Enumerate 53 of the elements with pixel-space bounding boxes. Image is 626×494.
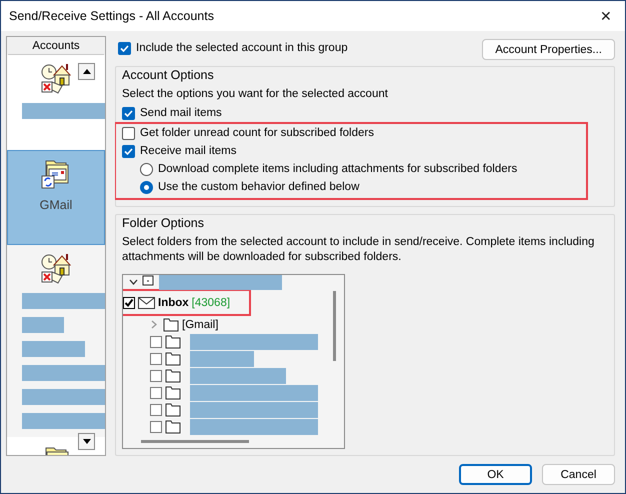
folder-icon: [165, 368, 181, 383]
account-properties-button[interactable]: Account Properties...: [482, 39, 615, 60]
folder-icon: [165, 351, 181, 366]
checkbox[interactable]: [123, 296, 135, 308]
radio-label: Use the custom behavior defined below: [158, 181, 360, 193]
scrollbar-thumb[interactable]: [333, 291, 336, 361]
checkbox[interactable]: [150, 352, 162, 364]
account-item[interactable]: GMail: [7, 150, 105, 245]
folder-icon: [165, 402, 181, 417]
checkbox-label: Send mail items: [140, 107, 222, 119]
scrollbar-thumb[interactable]: [141, 440, 249, 443]
close-button[interactable]: ✕: [593, 8, 619, 24]
group-title: Folder Options: [122, 216, 205, 230]
description: Select the options you want for the selected account: [122, 87, 389, 102]
up-arrow-icon: [82, 69, 90, 74]
checkbox[interactable]: [118, 42, 131, 54]
checkbox-label: Receive mail items: [140, 145, 236, 157]
checkbox[interactable]: [122, 106, 135, 120]
folder-icon: [165, 334, 181, 349]
checkbox-label: Include the selected account in this group: [136, 42, 348, 54]
redaction-bar: [22, 341, 85, 357]
checkbox[interactable]: [122, 126, 135, 140]
description: Select folders from the selected account to include in send/receive. Complete items including attachments will be downloaded for subscribed folders.: [122, 235, 596, 265]
unread-count: [43068]: [192, 296, 230, 308]
column-header: Accounts: [8, 38, 104, 55]
scroll-up-button[interactable]: [78, 63, 95, 80]
checkbox[interactable]: [150, 420, 162, 432]
folder-icon: [165, 385, 181, 400]
chevron-down-icon: [128, 279, 138, 285]
dialog-button[interactable]: Cancel: [542, 464, 615, 485]
house-clock-icon: [40, 252, 72, 284]
chevron-right-icon: [151, 320, 157, 329]
checkbox[interactable]: [150, 336, 162, 348]
checkbox[interactable]: [150, 386, 162, 398]
radio-button[interactable]: [140, 180, 153, 194]
window-title: Send/Receive Settings - All Accounts: [9, 9, 214, 23]
checkbox[interactable]: [122, 144, 135, 158]
folder-icon: [163, 317, 179, 332]
dialog-button[interactable]: OK: [459, 464, 532, 485]
account-name: GMail: [40, 198, 72, 212]
redaction-bar: [22, 317, 64, 333]
folder-name[interactable]: [Gmail]: [182, 318, 218, 330]
radio-label: Download complete items including attachments for subscribed folders: [158, 163, 518, 175]
checkbox-label: Get folder unread count for subscribed folders: [140, 127, 374, 139]
house-clock-icon: [40, 62, 72, 94]
folder-name[interactable]: Inbox: [158, 296, 189, 308]
checkbox[interactable]: [150, 370, 162, 382]
radio-button[interactable]: [140, 162, 153, 176]
checkbox[interactable]: [150, 404, 162, 416]
group-title: Account Options: [122, 68, 215, 82]
scroll-down-button[interactable]: [78, 433, 95, 450]
envelope-icon: [138, 296, 155, 309]
down-arrow-icon: [82, 439, 90, 444]
